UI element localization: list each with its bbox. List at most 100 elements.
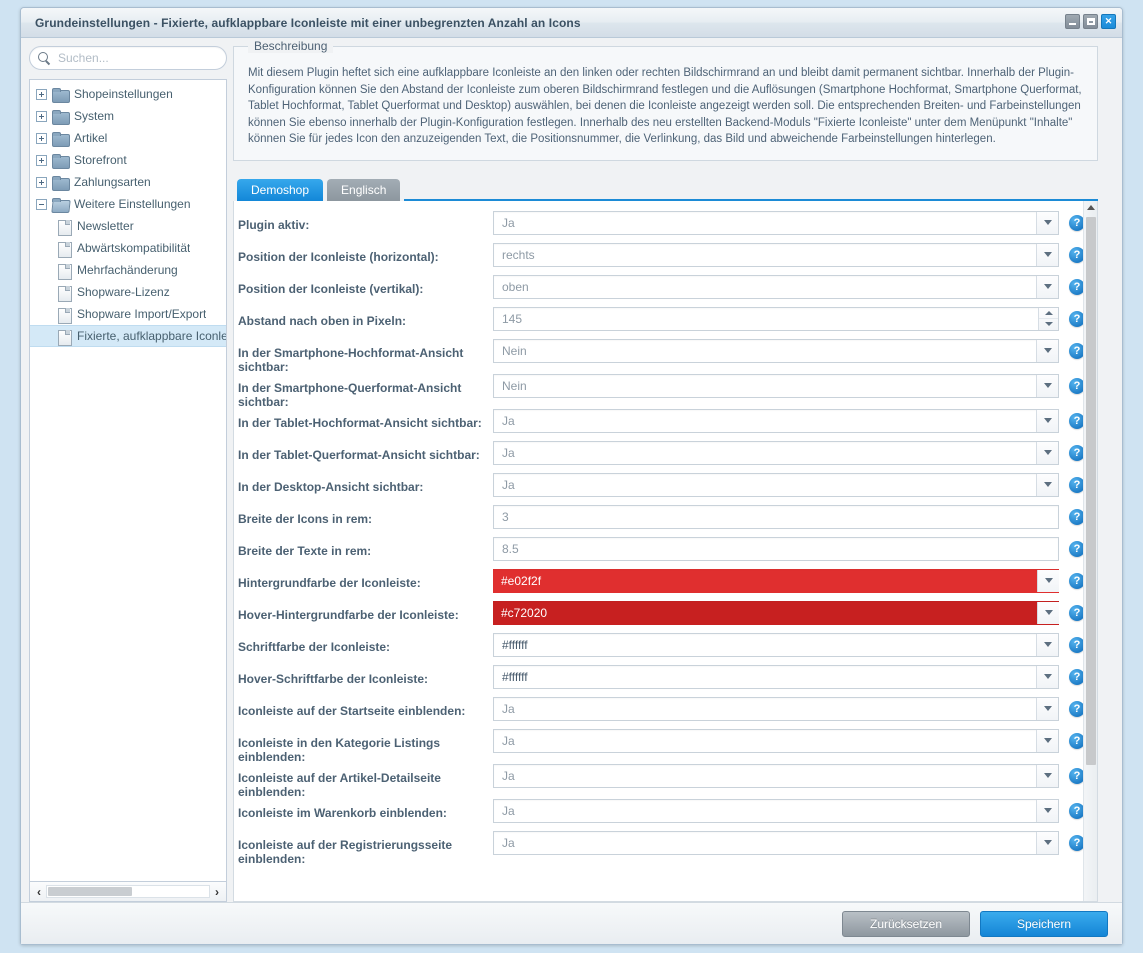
field-value: 8.5 (502, 541, 519, 556)
field-value: 145 (502, 311, 523, 326)
chevron-down-icon[interactable] (1036, 473, 1058, 496)
field-label: Hover-Hintergrundfarbe der Iconleiste: (238, 607, 459, 622)
field-label: Breite der Texte in rem: (238, 543, 372, 558)
window-controls: ✕ (1065, 14, 1116, 29)
expand-icon[interactable] (36, 132, 47, 144)
field-row-abstand-nach-oben-in-pixeln: Abstand nach oben in Pixeln: 145? (234, 306, 1097, 339)
scroll-right-icon[interactable]: › (210, 886, 224, 898)
expand-icon[interactable] (36, 176, 47, 188)
field-row-iconleiste-im-warenkorb-einblenden: Iconleiste im Warenkorb einblenden: Ja? (234, 798, 1097, 831)
tab-demoshop[interactable]: Demoshop (237, 178, 324, 201)
tree-item-mehrfach-nderung[interactable]: Mehrfachänderung (30, 259, 226, 281)
close-button[interactable]: ✕ (1101, 14, 1116, 29)
color-input-schriftfarbe-der-iconleiste[interactable]: #ffffff (493, 632, 1059, 657)
tree-item-newsletter[interactable]: Newsletter (30, 215, 226, 237)
input-in-der-tablet-hochformat-ansicht-sichtbar[interactable]: Ja (493, 408, 1059, 433)
field-value: Ja (502, 835, 515, 850)
field-control: #ffffff (493, 664, 1059, 689)
collapse-icon[interactable] (36, 198, 47, 210)
field-row-iconleiste-auf-der-registrierungsseite-einblenden: Iconleiste auf der Registrierungsseite e… (234, 830, 1097, 866)
folder-icon (52, 109, 70, 125)
hscroll-track[interactable] (46, 885, 210, 898)
field-value: rechts (502, 247, 535, 262)
save-button[interactable]: Speichern (980, 910, 1108, 937)
folder-icon (52, 87, 70, 103)
form-footer: Zurücksetzen Speichern (21, 902, 1122, 944)
reset-button[interactable]: Zurücksetzen (842, 910, 970, 937)
stepper-down-icon[interactable] (1039, 319, 1058, 330)
tree-item-abw-rtskompatibilit-t[interactable]: Abwärtskompatibilität (30, 237, 226, 259)
scroll-left-icon[interactable]: ‹ (32, 886, 46, 898)
field-row-in-der-desktop-ansicht-sichtbar: In der Desktop-Ansicht sichtbar: Ja? (234, 472, 1097, 505)
input-abstand-nach-oben-in-pixeln[interactable]: 145 (493, 306, 1059, 331)
field-value: Ja (502, 733, 515, 748)
chevron-down-icon[interactable] (1036, 665, 1058, 688)
chevron-down-icon[interactable] (1036, 374, 1058, 397)
tree-item-zahlungsarten[interactable]: Zahlungsarten (30, 171, 226, 193)
tree-item-label: Storefront (74, 153, 127, 167)
chevron-down-icon[interactable] (1036, 697, 1058, 720)
chevron-down-icon[interactable] (1036, 764, 1058, 787)
chevron-down-icon[interactable] (1036, 799, 1058, 822)
tab-englisch[interactable]: Englisch (327, 178, 401, 201)
tree-item-fixierte-aufklappbare-iconleiste[interactable]: Fixierte, aufklappbare Iconleiste (30, 325, 226, 347)
chevron-down-icon[interactable] (1036, 275, 1058, 298)
search-box[interactable] (29, 46, 227, 70)
hscroll-thumb[interactable] (48, 887, 132, 896)
input-iconleiste-auf-der-registrierungsseite-einblenden[interactable]: Ja (493, 830, 1059, 855)
input-breite-der-texte-in-rem[interactable]: 8.5 (493, 536, 1059, 561)
tree-item-storefront[interactable]: Storefront (30, 149, 226, 171)
search-input[interactable] (56, 50, 206, 66)
field-row-breite-der-icons-in-rem: Breite der Icons in rem: 3? (234, 504, 1097, 537)
chevron-down-icon[interactable] (1036, 339, 1058, 362)
input-iconleiste-auf-der-startseite-einblenden[interactable]: Ja (493, 696, 1059, 721)
chevron-down-icon[interactable] (1036, 211, 1058, 234)
vscroll-thumb[interactable] (1086, 216, 1096, 765)
scroll-up-icon[interactable] (1084, 201, 1097, 215)
color-input-hintergrundfarbe-der-iconleiste[interactable]: #e02f2f (493, 568, 1059, 593)
tree-item-system[interactable]: System (30, 105, 226, 127)
field-value: Nein (502, 343, 527, 358)
input-in-der-tablet-querformat-ansicht-sichtbar[interactable]: Ja (493, 440, 1059, 465)
chevron-down-icon[interactable] (1036, 243, 1058, 266)
tree-item-weitere-einstellungen[interactable]: Weitere Einstellungen (30, 193, 226, 215)
tree-item-label: Mehrfachänderung (77, 263, 178, 277)
tree-item-shopware-import-export[interactable]: Shopware Import/Export (30, 303, 226, 325)
input-position-der-iconleiste-horizontal[interactable]: rechts (493, 242, 1059, 267)
number-stepper[interactable] (1038, 307, 1058, 330)
chevron-down-icon[interactable] (1037, 601, 1059, 624)
chevron-down-icon[interactable] (1036, 729, 1058, 752)
field-value: #ffffff (502, 669, 528, 684)
input-in-der-smartphone-querformat-ansicht-sichtbar[interactable]: Nein (493, 373, 1059, 398)
field-label: In der Smartphone-Hochformat-Ansicht sic… (238, 345, 464, 374)
field-row-breite-der-texte-in-rem: Breite der Texte in rem: 8.5? (234, 536, 1097, 569)
field-control: Ja (493, 830, 1059, 855)
description-legend: Beschreibung (248, 39, 334, 53)
expand-icon[interactable] (36, 110, 47, 122)
minimize-button[interactable] (1065, 14, 1080, 29)
chevron-down-icon[interactable] (1036, 633, 1058, 656)
tree-item-shopware-lizenz[interactable]: Shopware-Lizenz (30, 281, 226, 303)
input-position-der-iconleiste-vertikal[interactable]: oben (493, 274, 1059, 299)
expand-icon[interactable] (36, 154, 47, 166)
chevron-down-icon[interactable] (1036, 409, 1058, 432)
maximize-button[interactable] (1083, 14, 1098, 29)
chevron-down-icon[interactable] (1036, 441, 1058, 464)
color-input-hover-hintergrundfarbe-der-iconleiste[interactable]: #c72020 (493, 600, 1059, 625)
chevron-down-icon[interactable] (1036, 831, 1058, 854)
form-vertical-scrollbar[interactable] (1083, 200, 1097, 901)
expand-icon[interactable] (36, 88, 47, 100)
input-iconleiste-in-den-kategorie-listings-einblenden[interactable]: Ja (493, 728, 1059, 753)
input-in-der-smartphone-hochformat-ansicht-sichtbar[interactable]: Nein (493, 338, 1059, 363)
input-in-der-desktop-ansicht-sichtbar[interactable]: Ja (493, 472, 1059, 497)
tree-item-shopeinstellungen[interactable]: Shopeinstellungen (30, 83, 226, 105)
input-iconleiste-auf-der-artikel-detailseite-einblenden[interactable]: Ja (493, 763, 1059, 788)
tree-item-artikel[interactable]: Artikel (30, 127, 226, 149)
input-plugin-aktiv[interactable]: Ja (493, 210, 1059, 235)
stepper-up-icon[interactable] (1039, 308, 1058, 319)
sidebar-horizontal-scrollbar[interactable]: ‹ › (29, 882, 227, 902)
input-breite-der-icons-in-rem[interactable]: 3 (493, 504, 1059, 529)
chevron-down-icon[interactable] (1037, 569, 1059, 592)
color-input-hover-schriftfarbe-der-iconleiste[interactable]: #ffffff (493, 664, 1059, 689)
input-iconleiste-im-warenkorb-einblenden[interactable]: Ja (493, 798, 1059, 823)
